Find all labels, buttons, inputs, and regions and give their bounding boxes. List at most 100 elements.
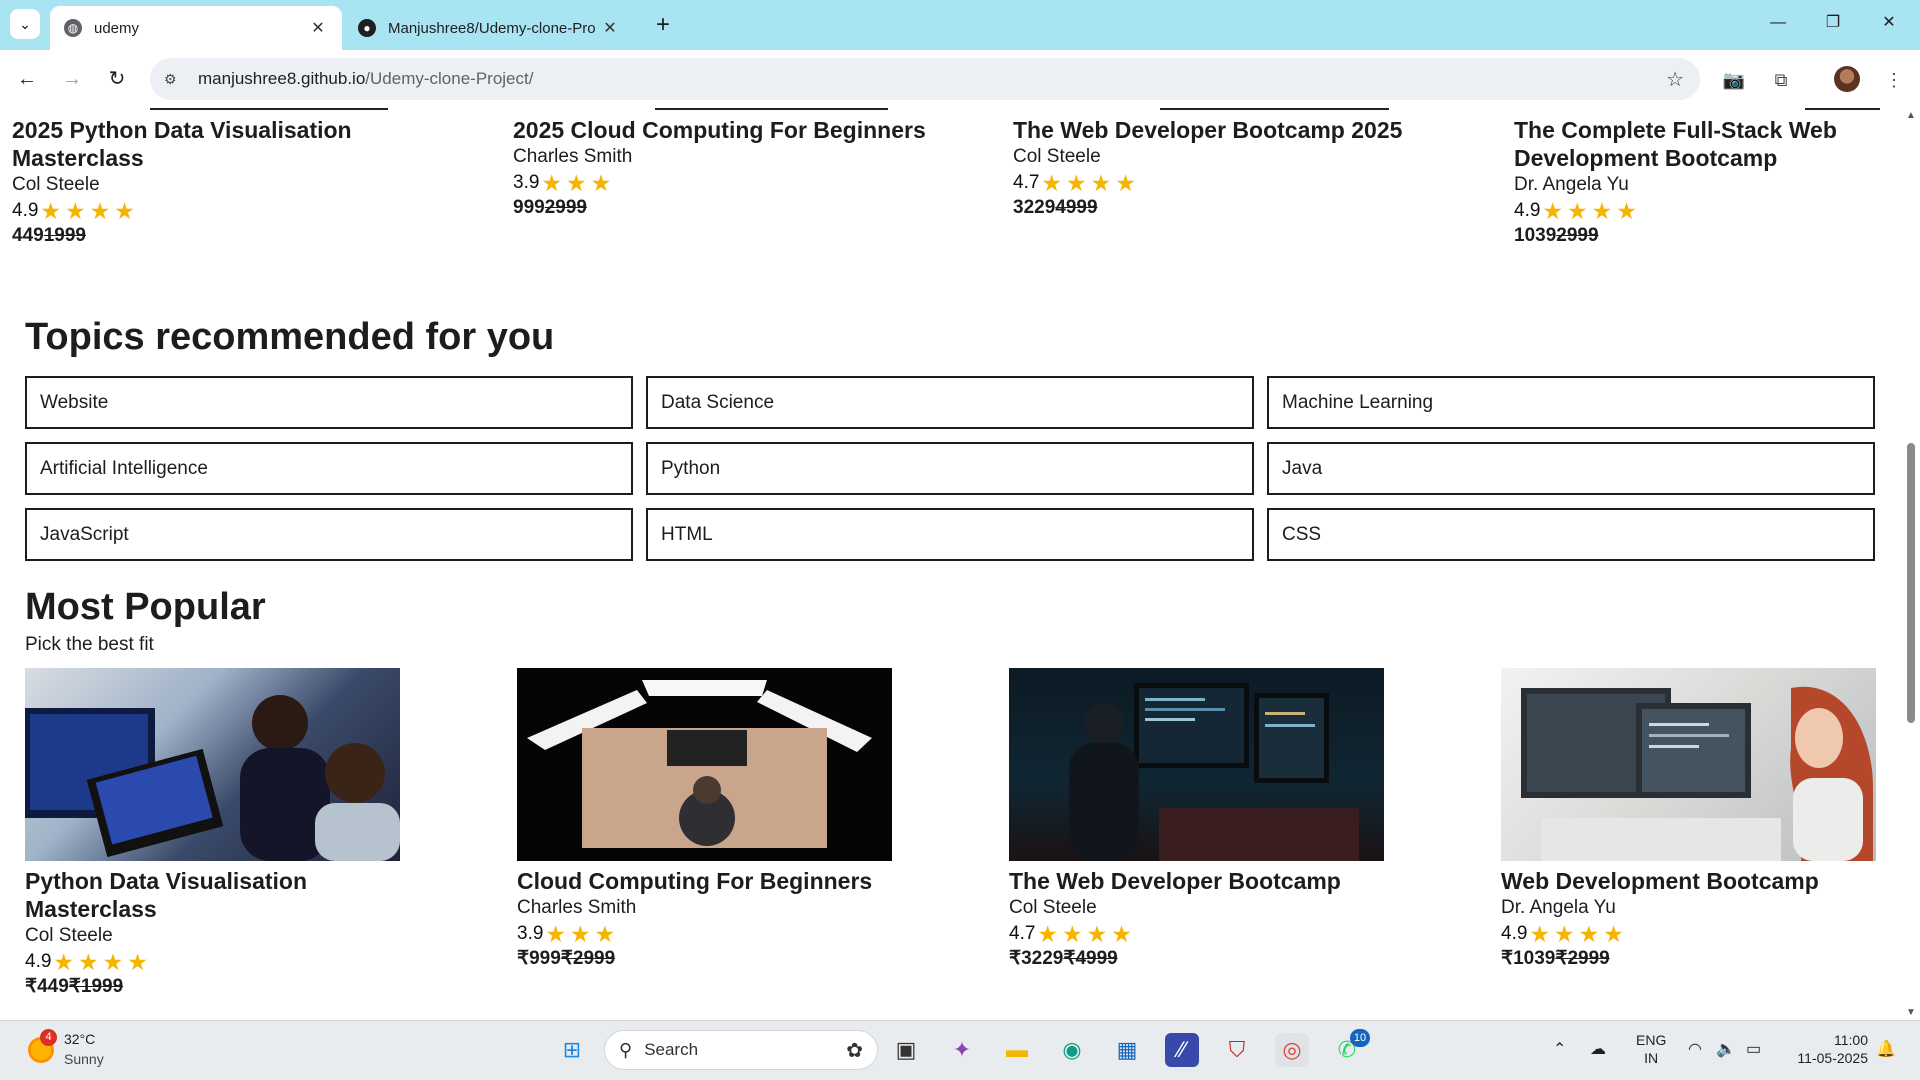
windows-start-icon[interactable]: ⊞ [555,1033,589,1067]
page-scrollbar[interactable]: ▲ ▼ [1902,108,1920,1020]
scroll-up-icon[interactable]: ▲ [1905,110,1917,121]
course-thumbnail[interactable] [517,668,892,861]
volume-icon[interactable]: 🔈 [1716,1039,1736,1059]
url-text[interactable]: manjushree8.github.io/Udemy-clone-Projec… [198,69,533,89]
camera-icon[interactable]: 📷 [1720,66,1748,94]
weather-temperature[interactable]: 32°C [64,1031,95,1047]
topic-button[interactable]: Website [25,376,633,429]
language-indicator[interactable]: ENG IN [1636,1031,1666,1067]
window-close-button[interactable]: ✕ [1866,8,1912,38]
topic-button[interactable]: HTML [646,508,1254,561]
bookmark-star-icon[interactable]: ☆ [1666,67,1684,92]
course-card[interactable]: Cloud Computing For Beginners Charles Sm… [517,668,892,971]
taskbar-search[interactable]: ⚲ Search ✿ [604,1030,878,1070]
course-rating: 4.7 ★★★★ [1009,921,1384,947]
course-rating: 4.9 ★★★★ [1501,921,1876,947]
minimize-button[interactable]: — [1755,8,1801,38]
card-image-edge [655,108,888,110]
tab-udemy[interactable]: ◍ udemy ✕ [50,6,342,50]
battery-icon[interactable]: ▭ [1746,1039,1761,1059]
star-icon: ★★★ [545,921,620,947]
course-card[interactable]: 2025 Cloud Computing For Beginners Charl… [513,116,973,220]
windows-taskbar: 4 32°C Sunny ⊞ ⚲ Search ✿ ▣ ✦ ▬ ◉ ▦ ⁄⁄ ⛉… [0,1020,1920,1080]
course-card[interactable]: 2025 Python Data Visualisation Mastercla… [12,116,472,248]
course-card[interactable]: The Complete Full-Stack Web Development … [1514,116,1894,248]
scroll-down-icon[interactable]: ▼ [1905,1007,1917,1018]
weather-description[interactable]: Sunny [64,1051,104,1067]
forward-button[interactable]: → [57,64,87,94]
copilot-icon[interactable]: ✦ [945,1033,979,1067]
course-card[interactable]: The Web Developer Bootcamp Col Steele 4.… [1009,668,1384,971]
card-image-edge [150,108,388,110]
chrome-icon[interactable]: ◎ [1275,1033,1309,1067]
topic-button[interactable]: Python [646,442,1254,495]
wifi-icon[interactable]: ◠ [1688,1039,1702,1059]
topic-button[interactable]: CSS [1267,508,1875,561]
restore-button[interactable]: ❐ [1810,8,1856,38]
antivirus-icon[interactable]: ⛉ [1220,1033,1254,1067]
old-price: ₹1999 [68,976,124,997]
topic-button[interactable]: JavaScript [25,508,633,561]
current-price: ₹999 [517,948,561,969]
language-code: ENG [1636,1032,1667,1048]
course-thumbnail[interactable] [1009,668,1384,861]
star-icon: ★★★★ [1037,921,1136,947]
edge-icon[interactable]: ◉ [1055,1033,1089,1067]
star-icon: ★★★★ [1542,198,1641,224]
course-thumbnail[interactable] [1501,668,1876,861]
address-bar[interactable]: ⚙ manjushree8.github.io/Udemy-clone-Proj… [150,58,1700,100]
card-image-edge [1805,108,1880,110]
current-price: ₹449 [25,976,69,997]
course-author: Charles Smith [513,146,633,167]
current-price: ₹3229 [1009,948,1064,969]
close-icon[interactable]: ✕ [600,18,620,38]
store-icon[interactable]: ▦ [1110,1033,1144,1067]
region-code: IN [1644,1050,1659,1066]
course-price: ₹449₹1999 [25,975,400,999]
desk-setup-image [527,680,872,848]
kebab-menu-icon[interactable]: ⋮ [1880,66,1908,94]
tab-github[interactable]: ● Manjushree8/Udemy-clone-Pro ✕ [344,6,634,50]
course-card[interactable]: Web Development Bootcamp Dr. Angela Yu 4… [1501,668,1876,971]
search-icon: ⚲ [619,1039,633,1060]
close-icon[interactable]: ✕ [308,18,328,38]
star-icon: ★★★★ [53,949,152,975]
profile-avatar[interactable] [1834,66,1860,92]
tab-search-button[interactable]: ⌄ [10,9,40,39]
page-content: 2025 Python Data Visualisation Mastercla… [0,108,1902,1020]
notification-bell-icon[interactable]: 🔔 [1876,1039,1896,1059]
old-price: 2999 [1556,225,1599,246]
system-clock[interactable]: 11:00 11-05-2025 [1780,1031,1868,1067]
editor-app-icon[interactable]: ⁄⁄ [1165,1033,1199,1067]
course-price: ₹1039₹2999 [1501,947,1876,971]
new-tab-button[interactable]: + [648,10,678,40]
scrollbar-thumb[interactable] [1907,443,1915,723]
chevron-up-icon[interactable]: ⌃ [1553,1039,1566,1059]
back-button[interactable]: ← [12,64,42,94]
topic-button[interactable]: Java [1267,442,1875,495]
course-rating: 3.9 ★★★ [517,921,892,947]
topic-button[interactable]: Artificial Intelligence [25,442,633,495]
site-info-icon[interactable]: ⚙ [164,71,186,88]
course-title: 2025 Cloud Computing For Beginners [513,117,926,143]
topic-button[interactable]: Data Science [646,376,1254,429]
clock-date: 11-05-2025 [1797,1050,1868,1066]
extensions-icon[interactable]: ⧉ [1767,66,1795,94]
course-card[interactable]: The Web Developer Bootcamp 2025 Col Stee… [1013,116,1483,220]
star-icon: ★★★★ [1041,170,1140,196]
course-title: Web Development Bootcamp [1501,868,1819,894]
reload-button[interactable]: ↻ [102,64,132,94]
woman-at-computer-image [1521,686,1873,861]
old-price: 2999 [544,197,587,218]
file-explorer-icon[interactable]: ▬ [1000,1033,1034,1067]
course-price: ₹3229₹4999 [1009,947,1384,971]
browser-toolbar: ← → ↻ ⚙ manjushree8.github.io/Udemy-clon… [0,50,1920,108]
course-card[interactable]: Python Data Visualisation Masterclass Co… [25,668,400,999]
current-price: 1039 [1514,225,1557,246]
onedrive-icon[interactable]: ☁ [1590,1039,1606,1059]
topics-grid: Website Data Science Machine Learning Ar… [25,376,1877,561]
globe-icon: ◍ [64,19,82,37]
task-view-icon[interactable]: ▣ [889,1033,923,1067]
course-thumbnail[interactable] [25,668,400,861]
topic-button[interactable]: Machine Learning [1267,376,1875,429]
